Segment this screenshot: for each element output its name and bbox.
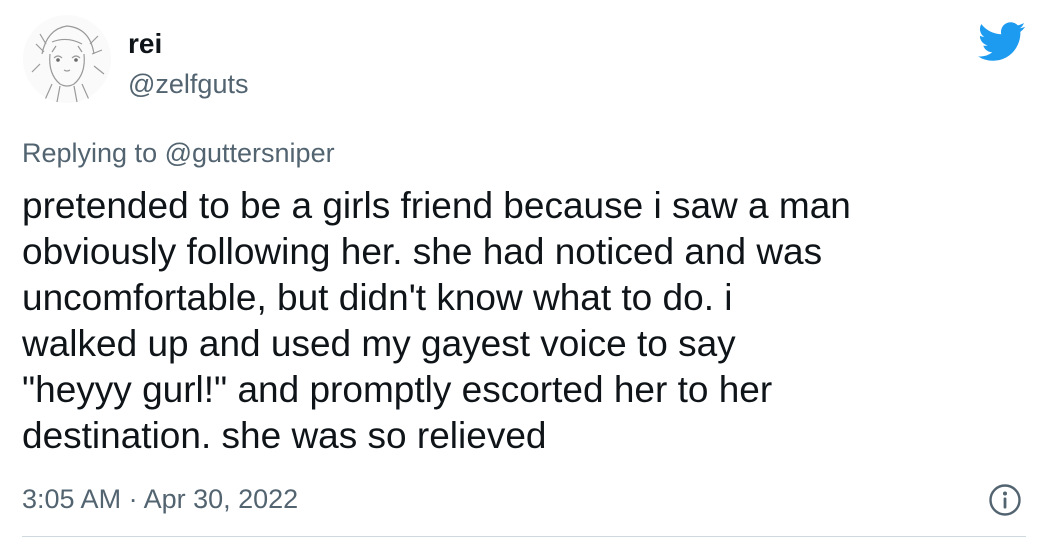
- replying-to-label: Replying to: [22, 138, 165, 168]
- tweet-text-line: walked up and used my gayest voice to sa…: [22, 323, 736, 364]
- tweet-timestamp[interactable]: 3:05 AM · Apr 30, 2022: [22, 482, 298, 516]
- avatar-sketch-icon: [23, 15, 111, 103]
- divider: [22, 536, 1026, 537]
- tweet-text-line: pretended to be a girls friend because i…: [22, 185, 851, 226]
- tweet-text-line: "heyyy gurl!" and promptly escorted her …: [22, 369, 773, 410]
- avatar[interactable]: [22, 14, 112, 104]
- user-handle[interactable]: @zelfguts: [128, 68, 248, 100]
- tweet-date: Apr 30, 2022: [143, 484, 299, 514]
- twitter-bird-icon[interactable]: [978, 22, 1026, 62]
- tweet-text: pretended to be a girls friend because i…: [22, 183, 1032, 459]
- tweet-text-line: uncomfortable, but didn't know what to d…: [22, 277, 733, 318]
- reply-mention-link[interactable]: @guttersniper: [165, 138, 335, 168]
- replying-to: Replying to @guttersniper: [22, 136, 335, 170]
- tweet-time: 3:05 AM: [22, 484, 122, 514]
- timestamp-separator: ·: [121, 484, 144, 514]
- display-name[interactable]: rei: [128, 28, 162, 60]
- tweet-text-line: destination. she was so relieved: [22, 415, 547, 456]
- tweet-text-line: obviously following her. she had noticed…: [22, 231, 823, 272]
- tweet-card: rei @zelfguts Replying to @guttersniper …: [0, 0, 1046, 552]
- info-icon[interactable]: [988, 483, 1022, 517]
